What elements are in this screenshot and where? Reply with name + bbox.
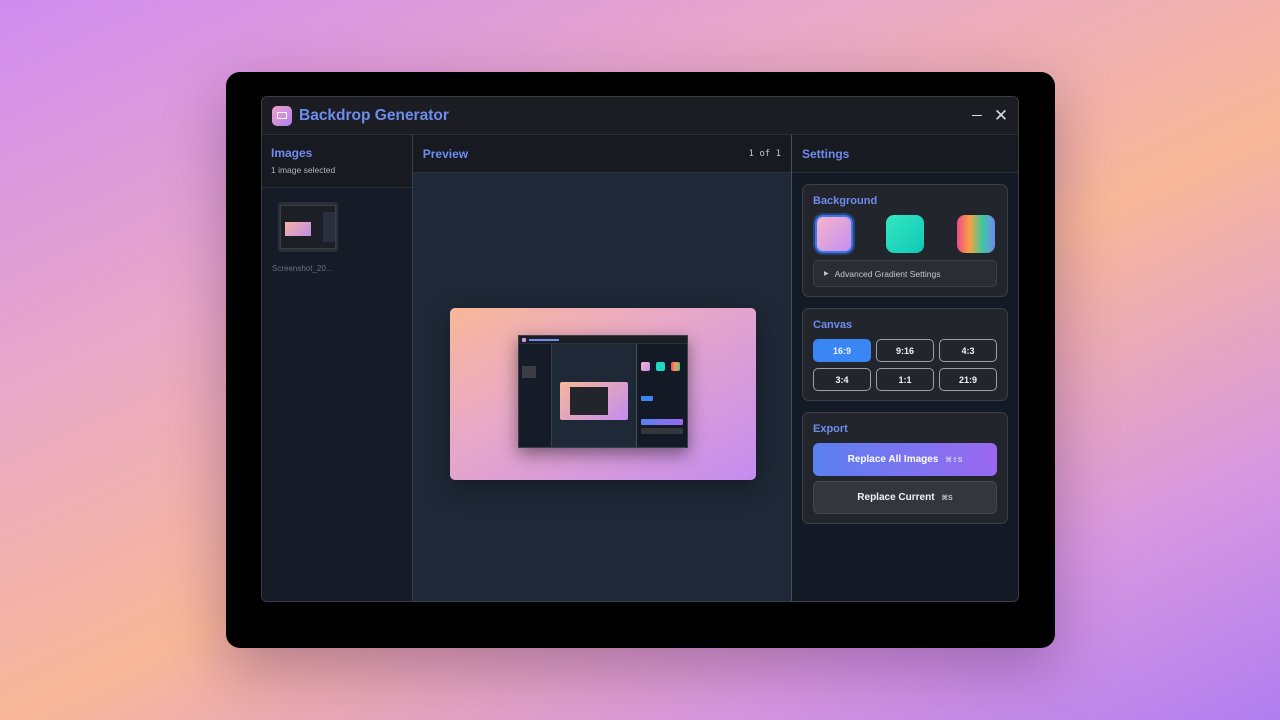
ratio-9-16-button[interactable]: 9:16 (876, 339, 934, 362)
canvas-title: Canvas (813, 319, 853, 331)
mini-settings-panel (635, 344, 687, 447)
ratio-3-4-button[interactable]: 3:4 (813, 368, 871, 391)
mini-export-button (640, 428, 683, 434)
selection-count: 1 image selected (271, 165, 336, 175)
minimize-bar (972, 114, 982, 117)
app-title: Backdrop Generator (299, 106, 449, 124)
page-counter: 1 of 1 (748, 148, 781, 159)
disclosure-triangle-icon: ▶ (824, 271, 829, 277)
preview-image (449, 308, 756, 480)
mini-thumbnail (521, 366, 536, 378)
replace-all-shortcut: ⌘⇧S (945, 456, 963, 464)
mini-preview-image (559, 382, 628, 420)
mini-titlebar (518, 336, 687, 344)
thumbnail-name: Screenshot_20... (272, 264, 333, 273)
ratio-1-1-button[interactable]: 1:1 (876, 368, 934, 391)
mini-swatch (640, 362, 650, 371)
swatch-peach-purple[interactable] (815, 215, 853, 253)
app-icon (272, 105, 292, 126)
preview-screenshot (517, 335, 688, 448)
mini-ratio (640, 396, 653, 401)
ratio-16-9-button[interactable]: 16:9 (813, 339, 871, 362)
mini-app-icon (521, 337, 526, 342)
replace-current-label: Replace Current (857, 492, 935, 503)
advanced-gradient-toggle[interactable]: ▶ Advanced Gradient Settings (813, 260, 997, 287)
preview-canvas (413, 173, 791, 601)
thumbnail-list: Screenshot_20... (262, 188, 412, 273)
canvas-card: Canvas 16:9 9:16 4:3 3:4 1:1 21:9 (802, 308, 1008, 401)
window-body: Images 1 image selected Screenshot_20...… (262, 135, 1018, 601)
export-card: Export Replace All Images ⌘⇧S Replace Cu… (802, 412, 1008, 524)
settings-panel: Settings Background ▶ Advanced Gradient … (792, 135, 1018, 601)
preview-title: Preview (422, 146, 469, 161)
preview-header: Preview 1 of 1 (412, 135, 791, 173)
mini-export-button (640, 419, 683, 425)
swatch-rainbow[interactable] (957, 215, 995, 253)
swatch-row (813, 215, 997, 253)
minimize-icon[interactable] (970, 109, 984, 123)
images-title: Images (271, 146, 313, 160)
ratio-21-9-button[interactable]: 21:9 (939, 368, 997, 391)
device-frame: Backdrop Generator ✕ Images 1 image sele… (226, 72, 1055, 648)
images-header: Images 1 image selected (262, 135, 412, 188)
mini-title-text (528, 338, 559, 341)
replace-current-shortcut: ⌘S (941, 494, 953, 502)
window-controls: ✕ (970, 107, 1008, 124)
settings-title: Settings (802, 146, 850, 161)
thumbnail-sidebar (323, 212, 335, 242)
image-thumbnail[interactable] (278, 202, 338, 252)
images-panel: Images 1 image selected Screenshot_20... (262, 135, 413, 601)
mini-preview-panel (551, 344, 637, 447)
replace-all-button[interactable]: Replace All Images ⌘⇧S (813, 443, 997, 476)
mini-swatch (655, 362, 665, 371)
export-title: Export (813, 423, 848, 435)
image-icon (277, 112, 287, 119)
advanced-gradient-label: Advanced Gradient Settings (834, 268, 941, 279)
close-icon[interactable]: ✕ (994, 107, 1008, 124)
mini-images-panel (518, 344, 552, 447)
title-bar: Backdrop Generator ✕ (262, 97, 1018, 135)
background-title: Background (813, 195, 878, 207)
replace-current-button[interactable]: Replace Current ⌘S (813, 481, 997, 514)
aspect-ratio-grid: 16:9 9:16 4:3 3:4 1:1 21:9 (813, 339, 997, 391)
settings-body: Background ▶ Advanced Gradient Settings (792, 173, 1018, 546)
swatch-aqua[interactable] (886, 215, 924, 253)
replace-all-label: Replace All Images (847, 454, 939, 465)
thumbnail-preview (285, 222, 311, 236)
app-window: Backdrop Generator ✕ Images 1 image sele… (261, 96, 1019, 602)
settings-header: Settings (792, 135, 1018, 173)
preview-panel: Preview 1 of 1 (412, 135, 792, 601)
ratio-4-3-button[interactable]: 4:3 (939, 339, 997, 362)
mini-swatch (670, 362, 680, 371)
mini-nested-window (569, 387, 608, 415)
background-card: Background ▶ Advanced Gradient Settings (802, 184, 1008, 297)
